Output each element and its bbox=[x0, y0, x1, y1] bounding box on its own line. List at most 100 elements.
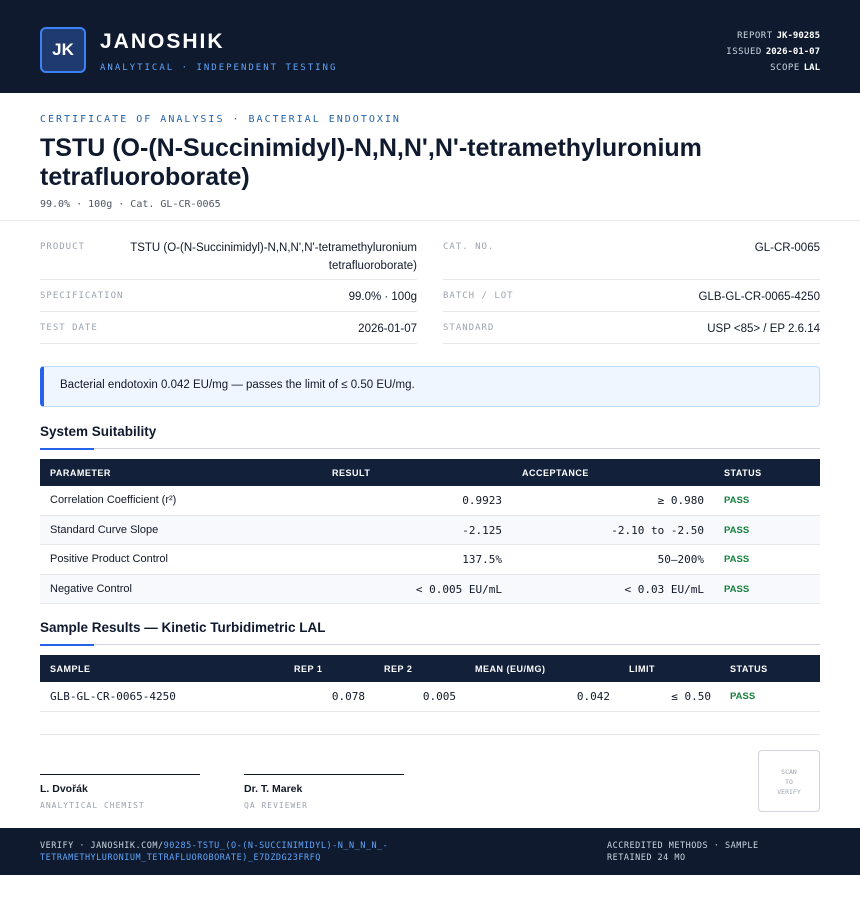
brand-tagline: ANALYTICAL · INDEPENDENT TESTING bbox=[100, 63, 338, 73]
status-badge: PASS bbox=[724, 495, 750, 506]
product-value: TSTU (O-(N-Succinimidyl)-N,N,N',N'-tetra… bbox=[130, 242, 417, 272]
verify-prefix: VERIFY · JANOSHIK.COM/ bbox=[40, 841, 164, 851]
result-cell: -2.125 bbox=[462, 523, 502, 537]
info-row-standard: STANDARD USP <85> / EP 2.6.14 bbox=[443, 312, 820, 344]
scope-label: SCOPE bbox=[770, 63, 800, 73]
suitability-table: PARAMETER RESULT ACCEPTANCE STATUS Corre… bbox=[40, 459, 820, 604]
column-header-status: STATUS bbox=[730, 664, 768, 674]
suitability-title: System Suitability bbox=[40, 424, 157, 439]
report-value: JK-90285 bbox=[776, 31, 820, 41]
title-divider bbox=[0, 220, 860, 221]
mean-cell: 0.042 bbox=[576, 690, 610, 703]
column-header-status: STATUS bbox=[724, 468, 762, 478]
standard-value: USP <85> / EP 2.6.14 bbox=[707, 323, 820, 335]
standard-label: STANDARD bbox=[443, 323, 495, 333]
verify-text: VERIFY · JANOSHIK.COM/90285-TSTU_(O-(N-S… bbox=[40, 840, 460, 864]
parameter-cell: Correlation Coefficient (r²) bbox=[50, 494, 177, 506]
qr-text-line: SCAN bbox=[781, 768, 797, 776]
table-row: Positive Product Control 137.5% 50–200% … bbox=[40, 545, 820, 575]
samples-rule bbox=[40, 644, 820, 645]
result-cell: 137.5% bbox=[462, 553, 502, 566]
product-label: PRODUCT bbox=[40, 242, 85, 252]
catalog-value: GL-CR-0065 bbox=[754, 242, 820, 254]
verify-qr-placeholder[interactable]: SCAN TO VERIFY bbox=[758, 750, 820, 812]
column-header-limit: LIMIT bbox=[629, 664, 655, 674]
page-title: TSTU (O-(N-Succinimidyl)-N,N,N',N'-tetra… bbox=[40, 134, 702, 191]
limit-cell: ≤ 0.50 bbox=[671, 690, 711, 703]
table-row: Standard Curve Slope -2.125 -2.10 to -2.… bbox=[40, 515, 820, 545]
sample-cell: GLB-GL-CR-0065-4250 bbox=[50, 690, 176, 703]
result-cell: 0.9923 bbox=[462, 494, 502, 507]
signature-role-chemist: ANALYTICAL CHEMIST bbox=[40, 801, 145, 810]
signature-name-reviewer: Dr. T. Marek bbox=[244, 783, 303, 795]
issued-label: ISSUED bbox=[726, 47, 762, 57]
signature-line-chemist bbox=[40, 774, 200, 775]
logo-initials: JK bbox=[52, 40, 74, 59]
signature-divider bbox=[40, 734, 820, 735]
catalog-label: CAT. NO. bbox=[443, 242, 495, 252]
parameter-cell: Negative Control bbox=[50, 582, 132, 595]
status-badge: PASS bbox=[724, 554, 750, 565]
rep2-cell: 0.005 bbox=[422, 690, 456, 703]
table-row: GLB-GL-CR-0065-4250 0.078 0.005 0.042 ≤ … bbox=[40, 682, 820, 712]
samples-accent bbox=[40, 644, 94, 646]
table-row: Negative Control < 0.005 EU/mL < 0.03 EU… bbox=[40, 574, 820, 604]
test-date-value: 2026-01-07 bbox=[358, 323, 417, 335]
report-number-row: REPORT JK-90285 bbox=[726, 28, 820, 44]
batch-value: GLB-GL-CR-0065-4250 bbox=[698, 291, 820, 303]
parameter-cell: Positive Product Control bbox=[50, 553, 168, 565]
result-cell: < 0.005 EU/mL bbox=[415, 582, 502, 596]
acceptance-cell: 50–200% bbox=[657, 553, 704, 566]
samples-title: Sample Results — Kinetic Turbidimetric L… bbox=[40, 620, 326, 635]
issued-row: ISSUED 2026-01-07 bbox=[726, 44, 820, 60]
info-row-catalog: CAT. NO. GL-CR-0065 bbox=[443, 232, 820, 280]
column-header-result: RESULT bbox=[332, 468, 371, 478]
qr-text-line: TO bbox=[785, 778, 793, 786]
suitability-table-header: PARAMETER RESULT ACCEPTANCE STATUS bbox=[40, 459, 820, 486]
rep1-cell: 0.078 bbox=[331, 690, 365, 703]
scope-value: LAL bbox=[803, 63, 820, 73]
table-row: Correlation Coefficient (r²) 0.9923 ≥ 0.… bbox=[40, 486, 820, 516]
document-eyebrow: CERTIFICATE OF ANALYSIS · BACTERIAL ENDO… bbox=[40, 114, 401, 125]
specification-value: 99.0% · 100g bbox=[348, 291, 417, 303]
report-label: REPORT bbox=[737, 31, 773, 41]
acceptance-cell: ≥ 0.980 bbox=[657, 494, 704, 507]
brand-name: JANOSHIK bbox=[100, 30, 225, 53]
footer-bar: VERIFY · JANOSHIK.COM/90285-TSTU_(O-(N-S… bbox=[0, 828, 860, 875]
column-header-acceptance: ACCEPTANCE bbox=[522, 468, 589, 478]
qr-text-line: VERIFY bbox=[777, 788, 801, 796]
issued-value: 2026-01-07 bbox=[765, 47, 820, 57]
parameter-cell: Standard Curve Slope bbox=[50, 523, 159, 536]
signature-name-chemist: L. Dvořák bbox=[40, 783, 88, 795]
info-row-specification: SPECIFICATION 99.0% · 100g bbox=[40, 280, 417, 312]
info-column-right: CAT. NO. GL-CR-0065 BATCH / LOT GLB-GL-C… bbox=[443, 232, 820, 344]
status-badge: PASS bbox=[730, 691, 756, 702]
info-row-test-date: TEST DATE 2026-01-07 bbox=[40, 312, 417, 344]
scope-row: SCOPE LAL bbox=[726, 60, 820, 76]
column-header-parameter: PARAMETER bbox=[50, 468, 111, 478]
brand-logo: JK bbox=[40, 27, 86, 73]
samples-table-header: SAMPLE REP 1 REP 2 MEAN (EU/MG) LIMIT ST… bbox=[40, 655, 820, 682]
test-date-label: TEST DATE bbox=[40, 323, 98, 333]
acceptance-cell: -2.10 to -2.50 bbox=[611, 523, 704, 537]
report-meta: REPORT JK-90285 ISSUED 2026-01-07 SCOPE LAL bbox=[726, 28, 820, 76]
retention-note: ACCREDITED METHODS · SAMPLE RETAINED 24 … bbox=[607, 841, 759, 863]
suitability-accent bbox=[40, 448, 94, 450]
status-badge: PASS bbox=[724, 583, 750, 595]
batch-label: BATCH / LOT bbox=[443, 291, 514, 301]
acceptance-cell: < 0.03 EU/mL bbox=[624, 582, 704, 596]
specification-label: SPECIFICATION bbox=[40, 291, 124, 301]
result-callout: Bacterial endotoxin 0.042 EU/mg — passes… bbox=[40, 366, 820, 407]
info-row-product: PRODUCT TSTU (O-(N-Succinimidyl)-N,N,N',… bbox=[40, 232, 417, 280]
product-subline: 99.0% · 100g · Cat. GL-CR-0065 bbox=[40, 199, 221, 210]
header-bar: JK JANOSHIK ANALYTICAL · INDEPENDENT TES… bbox=[0, 0, 860, 93]
column-header-rep1: REP 1 bbox=[294, 664, 323, 674]
info-row-batch: BATCH / LOT GLB-GL-CR-0065-4250 bbox=[443, 280, 820, 312]
signature-role-reviewer: QA REVIEWER bbox=[244, 801, 308, 810]
column-header-rep2: REP 2 bbox=[384, 664, 413, 674]
suitability-rule bbox=[40, 448, 820, 449]
status-badge: PASS bbox=[724, 524, 750, 536]
column-header-sample: SAMPLE bbox=[50, 664, 91, 674]
column-header-mean: MEAN (EU/MG) bbox=[475, 664, 546, 674]
info-column-left: PRODUCT TSTU (O-(N-Succinimidyl)-N,N,N',… bbox=[40, 232, 417, 344]
